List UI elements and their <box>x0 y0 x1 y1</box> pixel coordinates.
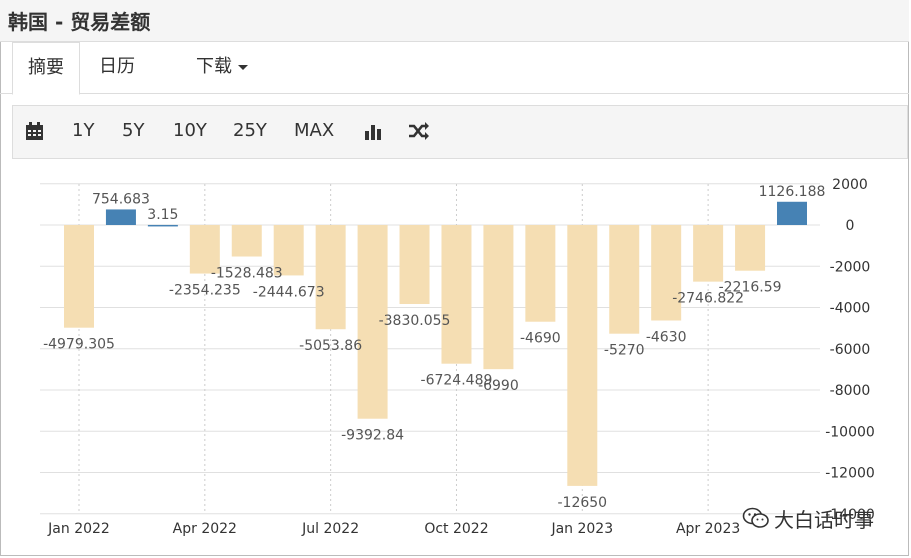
data-label: -12650 <box>557 495 607 511</box>
x-tick-label: Apr 2023 <box>676 521 740 537</box>
bar <box>105 209 136 225</box>
bar <box>483 225 514 370</box>
bar <box>64 225 94 328</box>
data-label: -5270 <box>604 343 645 359</box>
bar <box>567 225 598 486</box>
data-label: -5053.86 <box>299 338 362 354</box>
data-label: 754.683 <box>92 191 150 207</box>
y-tick-label: -6000 <box>830 342 871 358</box>
data-label: -2354.235 <box>169 283 241 299</box>
y-tick-label: -4000 <box>830 301 871 317</box>
bar <box>399 225 430 304</box>
watermark-text: 大白话时事 <box>774 507 874 532</box>
wechat-icon <box>742 507 769 528</box>
x-tick-label: Apr 2022 <box>173 521 237 537</box>
bar <box>441 225 472 364</box>
y-tick-label: -8000 <box>830 383 871 399</box>
y-tick-label: 2000 <box>832 177 868 193</box>
bar <box>609 225 640 334</box>
bar <box>315 225 346 330</box>
bar <box>777 201 807 225</box>
bar <box>147 224 178 227</box>
bar <box>693 225 724 282</box>
data-label: -2216.59 <box>719 280 782 296</box>
data-label: -9392.84 <box>341 428 404 444</box>
data-label: -6990 <box>478 378 519 394</box>
x-tick-label: Jan 2022 <box>47 521 110 537</box>
data-label: -4630 <box>646 329 687 345</box>
x-tick-label: Jan 2023 <box>550 521 613 537</box>
data-label: -2444.673 <box>253 284 325 300</box>
trade-balance-chart: -4979.305 754.6833.15 -2354.235-1528.483 -2… <box>40 177 875 537</box>
y-tick-label: -2000 <box>830 259 871 275</box>
data-label: -1528.483 <box>211 266 283 282</box>
x-tick-label: Jul 2022 <box>301 521 359 537</box>
y-tick-label: 0 <box>846 218 855 234</box>
data-label: -4979.305 <box>43 337 115 353</box>
y-tick-label: -12000 <box>825 466 875 482</box>
x-tick-label: Oct 2022 <box>424 521 488 537</box>
data-label: 3.15 <box>147 207 178 223</box>
watermark: 大白话时事 <box>742 503 874 533</box>
data-label: -4690 <box>520 331 561 347</box>
data-label: 1126.188 <box>759 184 826 200</box>
bar <box>735 225 766 271</box>
bar <box>231 225 262 257</box>
bar <box>525 225 556 322</box>
data-label: -3830.055 <box>379 313 451 329</box>
y-tick-label: -10000 <box>825 424 875 440</box>
